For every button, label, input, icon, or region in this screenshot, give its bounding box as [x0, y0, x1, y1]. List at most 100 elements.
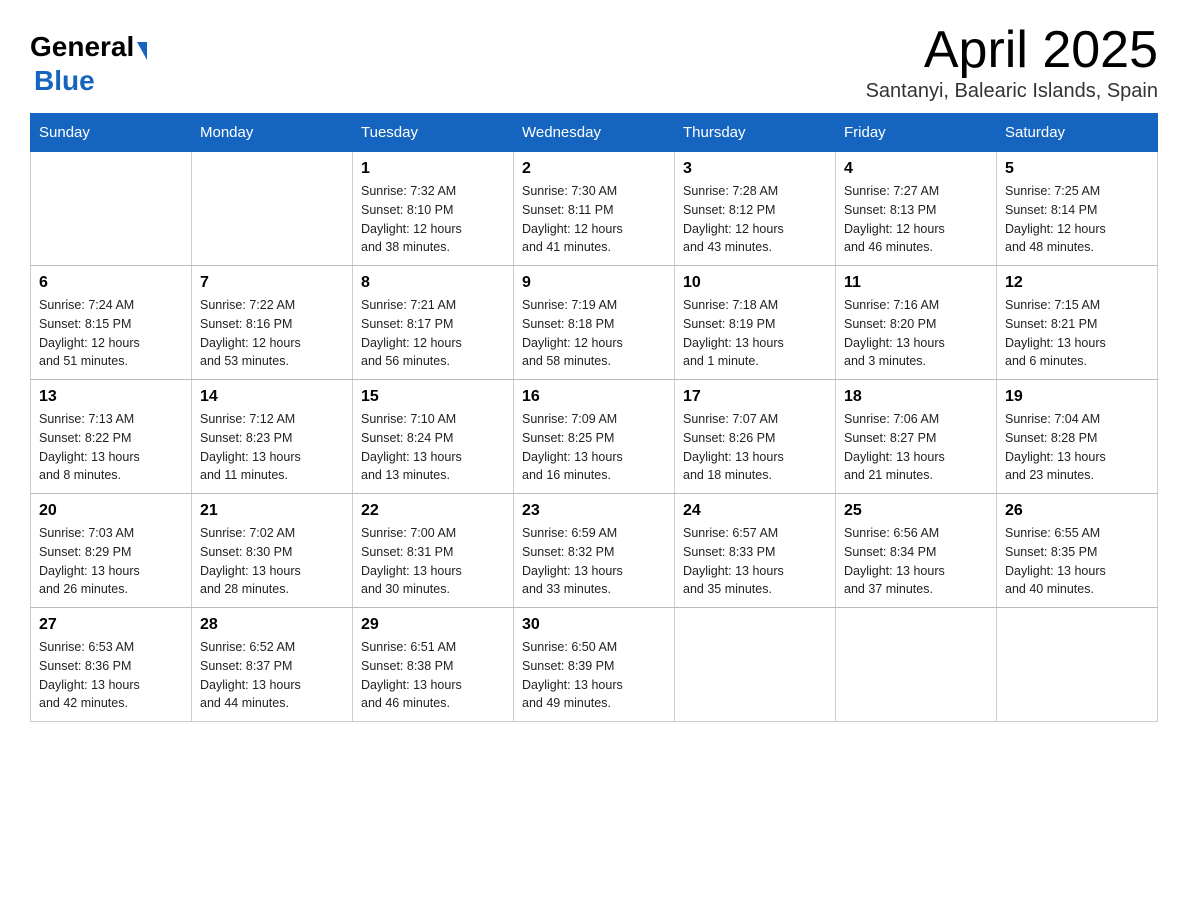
day-info: Sunrise: 7:00 AM Sunset: 8:31 PM Dayligh…: [361, 524, 505, 599]
calendar-cell: 12 Sunrise: 7:15 AM Sunset: 8:21 PM Dayli…: [997, 266, 1158, 380]
weekday-header-monday: Monday: [192, 114, 353, 152]
day-info: Sunrise: 7:16 AM Sunset: 8:20 PM Dayligh…: [844, 296, 988, 371]
calendar-cell: 6 Sunrise: 7:24 AM Sunset: 8:15 PM Daylig…: [31, 266, 192, 380]
day-info: Sunrise: 7:25 AM Sunset: 8:14 PM Dayligh…: [1005, 182, 1149, 257]
day-info: Sunrise: 7:24 AM Sunset: 8:15 PM Dayligh…: [39, 296, 183, 371]
day-info: Sunrise: 6:57 AM Sunset: 8:33 PM Dayligh…: [683, 524, 827, 599]
calendar-cell: 8 Sunrise: 7:21 AM Sunset: 8:17 PM Daylig…: [353, 266, 514, 380]
calendar-cell: 17Sunrise: 7:07 AM Sunset: 8:26 PM Dayli…: [675, 380, 836, 494]
calendar-cell: 9Sunrise: 7:19 AM Sunset: 8:18 PM Daylig…: [514, 266, 675, 380]
header: GeneralBlue April 2025 Santanyi, Baleari…: [30, 20, 1158, 103]
day-info: Sunrise: 7:10 AM Sunset: 8:24 PM Dayligh…: [361, 410, 505, 485]
calendar-cell: 3 Sunrise: 7:28 AM Sunset: 8:12 PM Daylig…: [675, 152, 836, 266]
calendar-cell: 5 Sunrise: 7:25 AM Sunset: 8:14 PM Daylig…: [997, 152, 1158, 266]
day-number: 22: [361, 502, 505, 520]
calendar-cell: 4Sunrise: 7:27 AM Sunset: 8:13 PM Daylig…: [836, 152, 997, 266]
day-number: 17: [683, 388, 827, 406]
day-info: Sunrise: 6:56 AM Sunset: 8:34 PM Dayligh…: [844, 524, 988, 599]
logo-text-general: General: [30, 30, 134, 64]
calendar-cell: [836, 608, 997, 722]
calendar-cell: [192, 152, 353, 266]
day-number: 20: [39, 502, 183, 520]
day-number: 18: [844, 388, 988, 406]
day-info: Sunrise: 6:55 AM Sunset: 8:35 PM Dayligh…: [1005, 524, 1149, 599]
day-number: 11: [844, 274, 988, 292]
calendar-cell: 29 Sunrise: 6:51 AM Sunset: 8:38 PM Dayli…: [353, 608, 514, 722]
day-number: 28: [200, 616, 344, 634]
day-info: Sunrise: 7:06 AM Sunset: 8:27 PM Dayligh…: [844, 410, 988, 485]
day-info: Sunrise: 7:30 AM Sunset: 8:11 PM Dayligh…: [522, 182, 666, 257]
day-number: 2: [522, 160, 666, 178]
day-number: 6: [39, 274, 183, 292]
day-number: 25: [844, 502, 988, 520]
day-number: 29: [361, 616, 505, 634]
calendar-cell: 7 Sunrise: 7:22 AM Sunset: 8:16 PM Daylig…: [192, 266, 353, 380]
day-number: 10: [683, 274, 827, 292]
day-number: 30: [522, 616, 666, 634]
calendar-cell: 28 Sunrise: 6:52 AM Sunset: 8:37 PM Dayli…: [192, 608, 353, 722]
location-title: Santanyi, Balearic Islands, Spain: [866, 80, 1158, 103]
calendar-cell: 24 Sunrise: 6:57 AM Sunset: 8:33 PM Dayli…: [675, 494, 836, 608]
logo-text-blue: Blue: [34, 64, 95, 98]
day-number: 7: [200, 274, 344, 292]
calendar-cell: 30 Sunrise: 6:50 AM Sunset: 8:39 PM Dayli…: [514, 608, 675, 722]
weekday-header-saturday: Saturday: [997, 114, 1158, 152]
day-number: 26: [1005, 502, 1149, 520]
weekday-header-friday: Friday: [836, 114, 997, 152]
weekday-header-row: SundayMondayTuesdayWednesdayThursdayFrid…: [31, 114, 1158, 152]
title-block: April 2025 Santanyi, Balearic Islands, S…: [866, 20, 1158, 103]
week-row-3: 13 Sunrise: 7:13 AM Sunset: 8:22 PM Dayli…: [31, 380, 1158, 494]
day-info: Sunrise: 7:09 AM Sunset: 8:25 PM Dayligh…: [522, 410, 666, 485]
day-number: 23: [522, 502, 666, 520]
calendar-cell: 10Sunrise: 7:18 AM Sunset: 8:19 PM Dayli…: [675, 266, 836, 380]
calendar-cell: 15 Sunrise: 7:10 AM Sunset: 8:24 PM Dayli…: [353, 380, 514, 494]
day-info: Sunrise: 6:53 AM Sunset: 8:36 PM Dayligh…: [39, 638, 183, 713]
day-number: 24: [683, 502, 827, 520]
month-title: April 2025: [866, 20, 1158, 80]
logo-triangle-icon: [137, 42, 147, 60]
day-number: 3: [683, 160, 827, 178]
calendar-cell: 22 Sunrise: 7:00 AM Sunset: 8:31 PM Dayli…: [353, 494, 514, 608]
logo: GeneralBlue: [30, 30, 147, 97]
calendar-cell: 16 Sunrise: 7:09 AM Sunset: 8:25 PM Dayli…: [514, 380, 675, 494]
calendar-cell: 11 Sunrise: 7:16 AM Sunset: 8:20 PM Dayli…: [836, 266, 997, 380]
day-number: 15: [361, 388, 505, 406]
day-info: Sunrise: 6:52 AM Sunset: 8:37 PM Dayligh…: [200, 638, 344, 713]
calendar-cell: 23 Sunrise: 6:59 AM Sunset: 8:32 PM Dayli…: [514, 494, 675, 608]
day-number: 21: [200, 502, 344, 520]
calendar-cell: [31, 152, 192, 266]
day-number: 5: [1005, 160, 1149, 178]
day-info: Sunrise: 7:22 AM Sunset: 8:16 PM Dayligh…: [200, 296, 344, 371]
calendar-cell: 14Sunrise: 7:12 AM Sunset: 8:23 PM Dayli…: [192, 380, 353, 494]
day-info: Sunrise: 7:21 AM Sunset: 8:17 PM Dayligh…: [361, 296, 505, 371]
day-info: Sunrise: 7:12 AM Sunset: 8:23 PM Dayligh…: [200, 410, 344, 485]
calendar-cell: 27Sunrise: 6:53 AM Sunset: 8:36 PM Dayli…: [31, 608, 192, 722]
week-row-2: 6 Sunrise: 7:24 AM Sunset: 8:15 PM Daylig…: [31, 266, 1158, 380]
week-row-1: 1Sunrise: 7:32 AM Sunset: 8:10 PM Daylig…: [31, 152, 1158, 266]
day-number: 8: [361, 274, 505, 292]
week-row-4: 20 Sunrise: 7:03 AM Sunset: 8:29 PM Dayli…: [31, 494, 1158, 608]
calendar-cell: [675, 608, 836, 722]
day-number: 1: [361, 160, 505, 178]
day-info: Sunrise: 7:13 AM Sunset: 8:22 PM Dayligh…: [39, 410, 183, 485]
day-info: Sunrise: 6:51 AM Sunset: 8:38 PM Dayligh…: [361, 638, 505, 713]
day-number: 4: [844, 160, 988, 178]
day-number: 16: [522, 388, 666, 406]
week-row-5: 27Sunrise: 6:53 AM Sunset: 8:36 PM Dayli…: [31, 608, 1158, 722]
day-number: 9: [522, 274, 666, 292]
calendar-cell: [997, 608, 1158, 722]
day-info: Sunrise: 7:28 AM Sunset: 8:12 PM Dayligh…: [683, 182, 827, 257]
day-number: 13: [39, 388, 183, 406]
day-info: Sunrise: 6:59 AM Sunset: 8:32 PM Dayligh…: [522, 524, 666, 599]
calendar-cell: 1Sunrise: 7:32 AM Sunset: 8:10 PM Daylig…: [353, 152, 514, 266]
day-info: Sunrise: 6:50 AM Sunset: 8:39 PM Dayligh…: [522, 638, 666, 713]
day-info: Sunrise: 7:04 AM Sunset: 8:28 PM Dayligh…: [1005, 410, 1149, 485]
weekday-header-sunday: Sunday: [31, 114, 192, 152]
day-number: 12: [1005, 274, 1149, 292]
day-info: Sunrise: 7:15 AM Sunset: 8:21 PM Dayligh…: [1005, 296, 1149, 371]
calendar-cell: 19Sunrise: 7:04 AM Sunset: 8:28 PM Dayli…: [997, 380, 1158, 494]
calendar-cell: 21Sunrise: 7:02 AM Sunset: 8:30 PM Dayli…: [192, 494, 353, 608]
calendar-cell: 13 Sunrise: 7:13 AM Sunset: 8:22 PM Dayli…: [31, 380, 192, 494]
weekday-header-wednesday: Wednesday: [514, 114, 675, 152]
day-info: Sunrise: 7:03 AM Sunset: 8:29 PM Dayligh…: [39, 524, 183, 599]
